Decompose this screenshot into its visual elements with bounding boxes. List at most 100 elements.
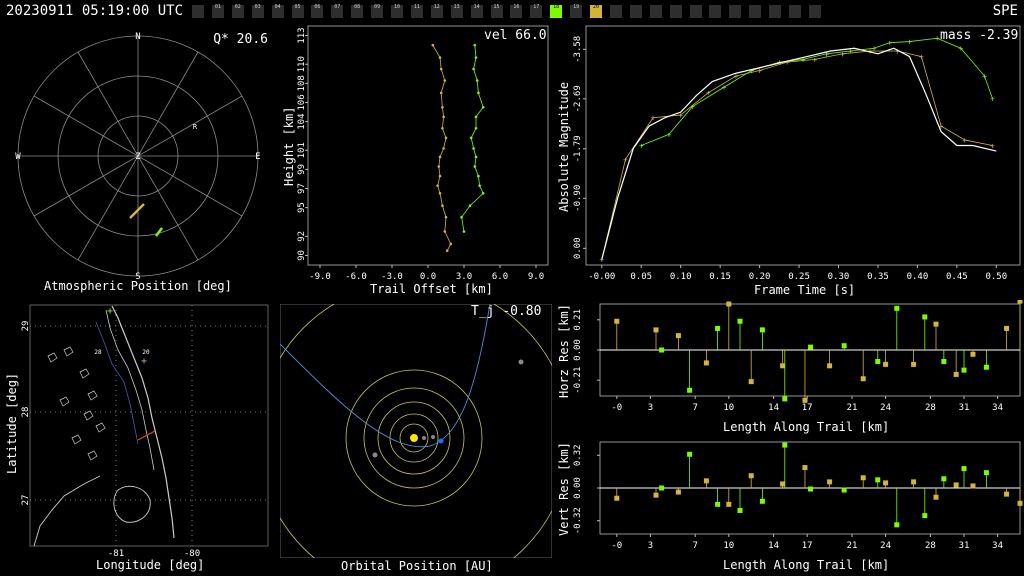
residual-marker — [737, 318, 743, 324]
frame-slot[interactable]: 20 — [590, 4, 602, 18]
residual-marker — [653, 327, 659, 333]
height-series-point — [445, 249, 449, 252]
magnitude-point-b: + — [982, 72, 987, 81]
residual-marker — [653, 492, 659, 498]
residual-marker — [941, 476, 947, 482]
magnitude-point-a: + — [962, 136, 967, 145]
frame-slot[interactable]: 07 — [331, 4, 344, 18]
frame-slot[interactable] — [629, 5, 642, 18]
x-tick-label: -0 — [611, 541, 622, 551]
polar-caption: Atmospheric Position [deg] — [44, 279, 232, 293]
y-tick-label: -3.58 — [573, 36, 583, 63]
magnitude-series-a — [601, 50, 993, 260]
frame-slot[interactable]: 11 — [410, 4, 423, 18]
frame-slot[interactable]: 08 — [351, 4, 364, 18]
height-series-point — [474, 126, 478, 130]
y-tick-label: 0.32 — [573, 444, 583, 466]
frame-slot[interactable]: 02 — [231, 4, 244, 18]
frame-slot[interactable] — [808, 5, 821, 18]
cardinal-w: W — [15, 152, 21, 162]
frame-slot[interactable]: 01 — [211, 4, 224, 18]
height-series-point — [444, 215, 448, 219]
planet-orbit — [280, 304, 552, 558]
residual-marker — [883, 480, 889, 486]
frame-slot[interactable] — [192, 5, 204, 18]
height-series-point — [444, 136, 448, 140]
frame-slot[interactable] — [729, 5, 742, 18]
frame-slot[interactable]: 19 — [570, 4, 583, 18]
residual-marker — [1004, 491, 1010, 497]
mass-label: mass -2.39 — [940, 28, 1019, 43]
polar-plot: N S E W Z R — [15, 32, 260, 282]
residual-marker — [780, 481, 786, 487]
lake-outline — [63, 346, 74, 357]
residual-marker — [983, 364, 989, 370]
height-series-point — [443, 230, 447, 233]
frame-slot-label: 12 — [433, 4, 440, 10]
frame-slot[interactable] — [609, 5, 622, 18]
frame-slot[interactable] — [649, 5, 662, 18]
frame-slot[interactable] — [669, 5, 682, 18]
frame-slot[interactable] — [689, 5, 702, 18]
cardinal-e: E — [255, 152, 260, 162]
frame-slot[interactable] — [769, 5, 782, 18]
height-series-point — [475, 79, 479, 82]
frame-slot[interactable]: 16 — [510, 4, 523, 18]
frame-slot[interactable] — [709, 5, 722, 18]
planet-marker — [518, 359, 524, 365]
frame-slot[interactable]: 09 — [371, 4, 384, 18]
x-tick-label: 3.0 — [456, 272, 472, 282]
ground-map: 292827-81 -80+28 20+ — [21, 304, 269, 559]
magnitude-point-a: + — [840, 50, 845, 59]
height-series-point — [431, 43, 435, 47]
frame-slot[interactable] — [749, 5, 762, 18]
y-tick-label: 0.00 — [573, 237, 583, 259]
planet-marker — [431, 435, 435, 439]
residual-marker — [802, 465, 808, 471]
lat-tick-label: 27 — [21, 495, 31, 506]
frame-slot[interactable]: 18 — [550, 4, 563, 18]
x-tick-label: 14 — [768, 403, 779, 413]
residual-marker — [808, 486, 814, 492]
residual-marker — [922, 314, 928, 320]
frame-slot[interactable]: 17 — [530, 4, 543, 18]
height-series-point — [478, 184, 481, 187]
vert-res-ylabel: Vert Res [km] — [557, 442, 571, 536]
residual-marker — [1004, 325, 1010, 331]
y-tick-label: 110 — [297, 56, 307, 72]
x-tick-label: 3 — [648, 403, 653, 413]
station-marker-a: + — [141, 356, 147, 367]
frame-slot[interactable]: 15 — [490, 4, 503, 18]
planet-marker — [372, 452, 378, 458]
frame-slot[interactable]: 03 — [251, 4, 264, 18]
residual-marker — [894, 522, 900, 528]
frame-slot-label: 05 — [294, 4, 301, 10]
frame-slot[interactable]: 05 — [291, 4, 304, 18]
frame-slot[interactable]: 12 — [430, 4, 443, 18]
lake-outline — [79, 368, 90, 379]
height-series-point — [438, 192, 442, 195]
magnitude-plot: 0.00 -0.90 -1.79 -2.69 -3.58 -0.00 0.05 0.10 0.1… — [573, 25, 1021, 282]
magnitude-point-b: + — [690, 103, 695, 112]
frame-slot-label: 20 — [592, 4, 600, 10]
y-tick-label: 106 — [297, 94, 307, 110]
y-tick-label: 113 — [297, 27, 307, 43]
frame-slot[interactable]: 14 — [470, 4, 483, 18]
residual-marker — [726, 301, 732, 307]
height-series-point — [474, 155, 478, 159]
frame-slot-label: 09 — [374, 4, 381, 10]
residual-marker — [1017, 300, 1023, 304]
height-series-point — [474, 115, 478, 119]
frame-slot[interactable]: 13 — [450, 4, 463, 18]
x-tick-label: 14 — [768, 541, 779, 551]
x-tick-label: -0 — [611, 403, 622, 413]
map-xlabel: Longitude [deg] — [96, 558, 205, 572]
frame-slot[interactable]: 10 — [391, 4, 403, 18]
lat-tick-label: 28 — [21, 407, 31, 418]
x-tick-label: 17 — [802, 403, 813, 413]
height-series-point — [438, 155, 442, 159]
frame-slot[interactable]: 04 — [271, 4, 284, 18]
tisserand-label: T_j -0.80 — [471, 304, 542, 319]
frame-slot[interactable] — [789, 5, 801, 18]
frame-slot[interactable]: 06 — [311, 4, 324, 18]
